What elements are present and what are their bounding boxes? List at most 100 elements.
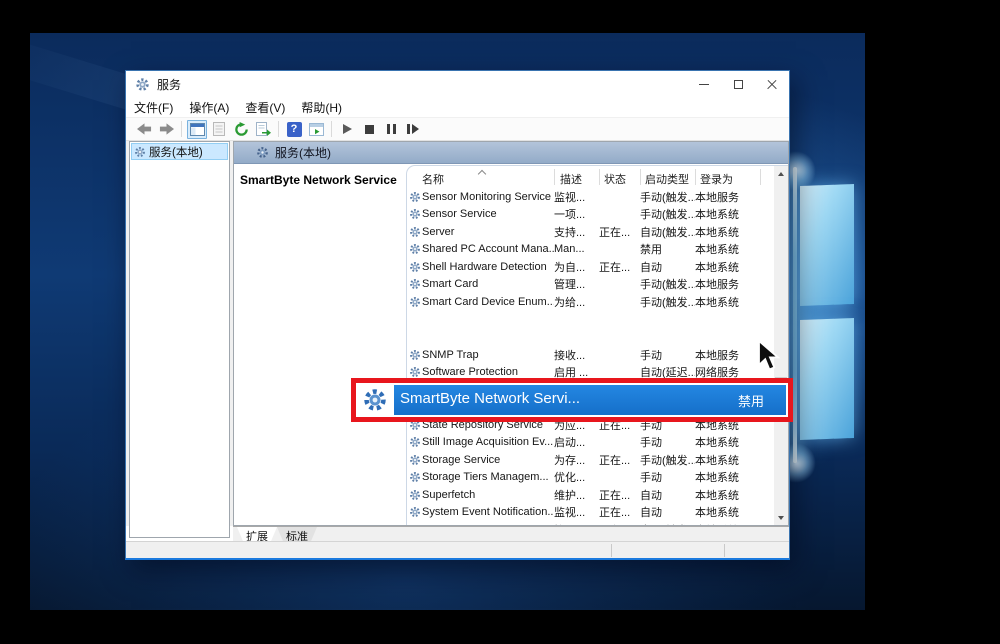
table-row[interactable]: Storage Tiers Managem... 优化... 手动 本地系统 (407, 469, 774, 487)
table-row[interactable]: System Event Notification... 监视... 正在...… (407, 504, 774, 522)
service-gear-icon (409, 349, 421, 361)
menu-view[interactable]: 查看(V) (237, 98, 293, 117)
minimize-icon (699, 84, 709, 85)
stop-icon (365, 125, 374, 134)
service-gear-icon (362, 387, 388, 413)
toolbar-separator (278, 121, 279, 137)
table-row[interactable]: Smart Card Device Enum... 为给... 手动(触发...… (407, 293, 774, 311)
table-row[interactable]: Shared PC Account Mana... Man... 禁用 本地系统 (407, 241, 774, 259)
show-console-tree-button[interactable] (187, 120, 207, 139)
service-gear-icon (409, 436, 421, 448)
console-tree-icon (190, 123, 205, 136)
play-icon (343, 124, 352, 134)
minimize-button[interactable] (687, 71, 721, 98)
close-button[interactable] (755, 71, 789, 98)
toolbar-separator (331, 121, 332, 137)
service-rows-above: Sensor Monitoring Service 监视... 手动(触发...… (407, 188, 774, 311)
service-gear-icon (409, 506, 421, 518)
service-gear-icon (409, 524, 421, 525)
toolbar-separator (181, 121, 182, 137)
menu-help[interactable]: 帮助(H) (293, 98, 350, 117)
title-bar: 服务 (126, 71, 789, 98)
table-row[interactable]: Sensor Monitoring Service 监视... 手动(触发...… (407, 188, 774, 206)
service-gear-icon (409, 191, 421, 203)
menu-file[interactable]: 文件(F) (126, 98, 181, 117)
table-row[interactable]: Shell Hardware Detection 为自... 正在... 自动 … (407, 258, 774, 276)
list-column-headers: 名称 描述 状态 启动类型 登录为 (407, 166, 774, 188)
maximize-button[interactable] (721, 71, 755, 98)
menu-action[interactable]: 操作(A) (181, 98, 237, 117)
help-button[interactable]: ? (284, 120, 304, 139)
show-action-pane-button[interactable] (306, 120, 326, 139)
console-tree-pane: 服务(本地) (129, 141, 230, 538)
selected-service-title: SmartByte Network Service (240, 173, 397, 187)
forward-arrow-icon (159, 123, 174, 135)
selected-service-row[interactable]: SmartByte Network Servi... 禁用 (356, 383, 788, 417)
column-status[interactable]: 状态 (604, 171, 626, 187)
scroll-up-icon (778, 172, 784, 176)
view-header-label: 服务(本地) (275, 144, 331, 161)
export-list-button[interactable] (253, 120, 273, 139)
table-row[interactable]: Still Image Acquisition Ev... 启动... 手动 本… (407, 434, 774, 452)
console-body: 服务(本地) 服务(本地) SmartByte Network Service … (126, 141, 789, 526)
service-gear-icon (409, 243, 421, 255)
forward-button[interactable] (156, 120, 176, 139)
table-row[interactable]: System Events Broker 协调... 正在... 自动(触发..… (407, 521, 774, 525)
service-gear-icon (409, 278, 421, 290)
table-row[interactable]: Superfetch 维护... 正在... 自动 本地系统 (407, 486, 774, 504)
scroll-up-button[interactable] (774, 166, 788, 181)
service-gear-icon (409, 454, 421, 466)
table-row[interactable]: SNMP Trap 接收... 手动 本地服务 (407, 346, 774, 364)
service-gear-icon (409, 296, 421, 308)
pause-service-button[interactable] (381, 120, 401, 139)
restart-service-button[interactable] (403, 120, 423, 139)
service-gear-icon (409, 226, 421, 238)
menu-bar: 文件(F) 操作(A) 查看(V) 帮助(H) (126, 98, 789, 118)
services-window: 服务 文件(F) 操作(A) 查看(V) 帮助(H) (125, 70, 790, 560)
annotation-red-box: SmartByte Network Servi... 禁用 (351, 378, 793, 422)
help-icon: ? (287, 122, 302, 137)
selected-service-startup-type: 禁用 (738, 391, 764, 410)
table-row[interactable]: Server 支持... 正在... 自动(触发... 本地系统 (407, 223, 774, 241)
table-row[interactable]: Storage Service 为存... 正在... 手动(触发... 本地系… (407, 451, 774, 469)
column-name[interactable]: 名称 (422, 171, 444, 187)
close-icon (767, 80, 777, 90)
window-title: 服务 (157, 76, 181, 93)
column-logon-as[interactable]: 登录为 (700, 171, 733, 187)
column-startup-type[interactable]: 启动类型 (645, 171, 689, 187)
services-app-icon (135, 77, 150, 92)
table-row[interactable]: Sensor Service 一项... 手动(触发... 本地系统 (407, 206, 774, 224)
stop-service-button[interactable] (359, 120, 379, 139)
table-row[interactable]: Smart Card 管理... 手动(触发... 本地服务 (407, 276, 774, 294)
service-gear-icon (134, 146, 146, 158)
refresh-icon (234, 122, 249, 137)
sort-ascending-icon (478, 170, 486, 178)
service-rows-below: SNMP Trap 接收... 手动 本地服务 Software Protect… (407, 346, 774, 525)
tree-item-services-local[interactable]: 服务(本地) (131, 143, 228, 160)
service-gear-icon (409, 366, 421, 378)
properties-button[interactable] (209, 120, 229, 139)
scroll-down-button[interactable] (774, 510, 788, 525)
windows-logo (785, 151, 865, 481)
toolbar: ? (126, 118, 789, 141)
service-gear-icon (409, 471, 421, 483)
service-gear-icon (409, 261, 421, 273)
pause-icon (387, 124, 396, 134)
service-gear-icon (409, 489, 421, 501)
services-list-panel: 名称 描述 状态 启动类型 登录为 Sensor Monitoring Serv… (406, 165, 788, 525)
restart-icon (407, 124, 419, 134)
scroll-down-icon (778, 516, 784, 520)
screen: 服务 文件(F) 操作(A) 查看(V) 帮助(H) (0, 0, 1000, 644)
action-pane-icon (309, 123, 324, 136)
refresh-button[interactable] (231, 120, 251, 139)
tree-item-label: 服务(本地) (149, 144, 203, 160)
column-description[interactable]: 描述 (560, 171, 582, 187)
back-button[interactable] (134, 120, 154, 139)
service-gear-icon (409, 208, 421, 220)
maximize-icon (734, 80, 743, 89)
start-service-button[interactable] (337, 120, 357, 139)
properties-icon (213, 122, 225, 136)
selected-service-name: SmartByte Network Servi... (400, 390, 580, 407)
mouse-cursor (757, 340, 783, 372)
service-gear-icon (256, 146, 269, 159)
